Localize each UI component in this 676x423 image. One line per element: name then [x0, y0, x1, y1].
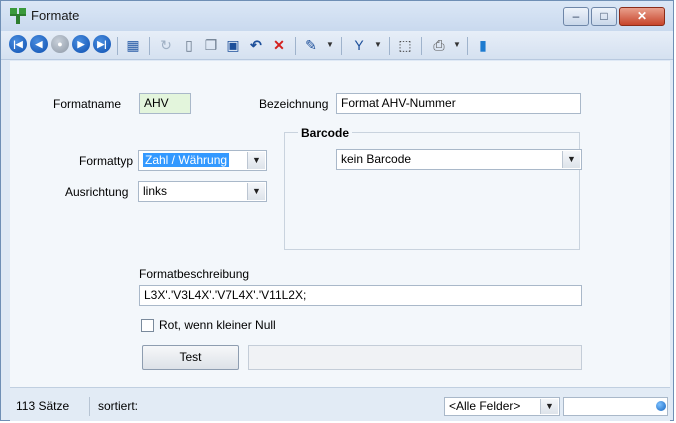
- field-filter-select[interactable]: <Alle Felder> ▼: [444, 397, 560, 416]
- formattyp-select-value: Zahl / Währung: [143, 153, 230, 167]
- ausrichtung-label: Ausrichtung: [65, 185, 129, 199]
- new-record-icon[interactable]: ▯: [179, 35, 199, 55]
- formatname-field[interactable]: AHV: [139, 93, 191, 114]
- toolbar: |◀ ◀ ● ▶ ▶| ▦ ↻ ▯ ❐ ▣ ↶ ✕ ✎ ▼ Y ▼ ⬚ ⎙ ▼ …: [1, 31, 673, 60]
- title-bar: Formate ‒ □ ✕: [1, 1, 673, 31]
- next-record-icon[interactable]: ▶: [72, 35, 90, 53]
- formattyp-label: Formattyp: [79, 154, 134, 168]
- copy-record-icon[interactable]: ❐: [201, 35, 221, 55]
- sort-status: sortiert:: [98, 399, 139, 413]
- barcode-select-value: kein Barcode: [341, 152, 412, 166]
- refresh-record-icon[interactable]: ●: [51, 35, 69, 53]
- field-filter-value: <Alle Felder>: [449, 399, 521, 413]
- rot-checkbox-label: Rot, wenn kleiner Null: [159, 318, 276, 332]
- toolbar-separator: [467, 37, 468, 55]
- search-input[interactable]: [563, 397, 668, 416]
- undo-icon[interactable]: ↶: [246, 35, 266, 55]
- search-globe-icon[interactable]: [656, 401, 666, 411]
- formatbeschreibung-label: Formatbeschreibung: [139, 267, 250, 281]
- select-cursor-icon[interactable]: ⬚: [395, 35, 415, 55]
- filter-icon[interactable]: Y: [349, 35, 369, 55]
- formatbeschreibung-field[interactable]: L3X'.'V3L4X'.'V7L4X'.'V11L2X;: [139, 285, 582, 306]
- reload-icon[interactable]: ↻: [156, 35, 176, 55]
- table-view-icon[interactable]: ▦: [123, 35, 143, 55]
- app-icon: [10, 8, 26, 24]
- toolbar-separator: [389, 37, 390, 55]
- chevron-down-icon[interactable]: ▼: [247, 152, 265, 169]
- toolbar-separator: [117, 37, 118, 55]
- status-bar: 113 Sätze sortiert: <Alle Felder> ▼: [10, 387, 670, 421]
- exit-icon[interactable]: ▮: [473, 35, 493, 55]
- previous-record-icon[interactable]: ◀: [30, 35, 48, 53]
- print-dropdown-icon[interactable]: ▼: [453, 35, 461, 55]
- minimize-button[interactable]: ‒: [563, 7, 589, 26]
- chevron-down-icon[interactable]: ▼: [247, 183, 265, 200]
- chevron-down-icon[interactable]: ▼: [562, 151, 580, 168]
- save-icon[interactable]: ▣: [223, 35, 243, 55]
- barcode-group-title: Barcode: [298, 126, 353, 140]
- print-icon[interactable]: ⎙: [429, 35, 449, 55]
- test-output-field: [248, 345, 582, 370]
- last-record-icon[interactable]: ▶|: [93, 35, 111, 53]
- filter-dropdown-icon[interactable]: ▼: [374, 35, 382, 55]
- bezeichnung-label: Bezeichnung: [259, 97, 329, 111]
- edit-tools-dropdown-icon[interactable]: ▼: [326, 35, 334, 55]
- toolbar-separator: [149, 37, 150, 55]
- edit-tools-icon[interactable]: ✎: [301, 35, 321, 55]
- toolbar-separator: [421, 37, 422, 55]
- delete-icon[interactable]: ✕: [269, 35, 289, 55]
- window-title: Formate: [31, 8, 80, 23]
- record-count: 113 Sätze: [16, 399, 70, 413]
- close-button[interactable]: ✕: [619, 7, 665, 26]
- bezeichnung-field[interactable]: Format AHV-Nummer: [336, 93, 581, 114]
- ausrichtung-select[interactable]: links ▼: [138, 181, 267, 202]
- test-button[interactable]: Test: [142, 345, 239, 370]
- ausrichtung-select-value: links: [143, 184, 168, 198]
- first-record-icon[interactable]: |◀: [9, 35, 27, 53]
- rot-checkbox[interactable]: [141, 319, 154, 332]
- toolbar-separator: [295, 37, 296, 55]
- maximize-button[interactable]: □: [591, 7, 617, 26]
- formattyp-select[interactable]: Zahl / Währung ▼: [138, 150, 267, 171]
- formate-window: Formate ‒ □ ✕ |◀ ◀ ● ▶ ▶| ▦ ↻ ▯ ❐ ▣ ↶ ✕ …: [0, 0, 674, 421]
- formatname-label: Formatname: [53, 97, 122, 111]
- barcode-select[interactable]: kein Barcode ▼: [336, 149, 582, 170]
- chevron-down-icon[interactable]: ▼: [540, 399, 558, 414]
- status-divider: [89, 397, 90, 416]
- toolbar-separator: [341, 37, 342, 55]
